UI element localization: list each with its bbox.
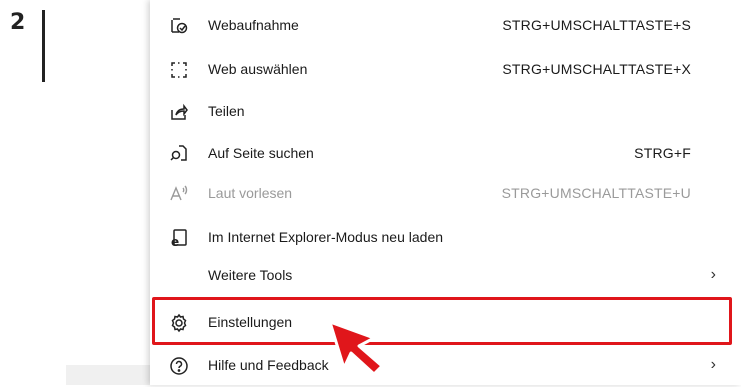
ie-mode-icon: e (168, 227, 190, 249)
menu-item-label: Laut vorlesen (208, 185, 293, 201)
help-icon (168, 355, 190, 377)
web-capture-icon (168, 15, 190, 37)
menu-item-shortcut: STRG+UMSCHALTTASTE+U (501, 185, 691, 201)
red-arrow-cursor-icon (328, 320, 384, 376)
settings-highlight-box (152, 297, 732, 345)
browser-content-edge (66, 365, 156, 385)
menu-item-label: Teilen (208, 103, 245, 119)
menu-item-shortcut: STRG+UMSCHALTTASTE+S (502, 17, 691, 33)
menu-item-label: Hilfe und Feedback (208, 357, 329, 373)
menu-item-web-capture[interactable]: Webaufnahme STRG+UMSCHALTTASTE+S (150, 3, 741, 47)
menu-item-web-select[interactable]: Web auswählen STRG+UMSCHALTTASTE+X (150, 47, 741, 91)
find-on-page-icon (168, 143, 190, 165)
page-background (0, 0, 150, 385)
menu-item-help-feedback[interactable]: Hilfe und Feedback › (150, 343, 741, 387)
menu-item-shortcut: STRG+F (634, 145, 691, 161)
read-aloud-icon (168, 183, 190, 205)
svg-text:e: e (171, 235, 179, 248)
chevron-right-icon: › (710, 266, 716, 283)
menu-item-label: Web auswählen (208, 61, 308, 77)
menu-item-find-on-page[interactable]: Auf Seite suchen STRG+F (150, 131, 741, 175)
step-divider (42, 10, 45, 82)
menu-item-more-tools[interactable]: Weitere Tools › (150, 253, 741, 297)
step-number: 2 (10, 10, 26, 35)
menu-item-share[interactable]: Teilen (150, 89, 741, 133)
menu-item-label: Im Internet Explorer-Modus neu laden (208, 229, 444, 245)
menu-item-read-aloud: Laut vorlesen STRG+UMSCHALTTASTE+U (150, 171, 741, 215)
menu-item-label: Weitere Tools (208, 267, 293, 283)
chevron-right-icon: › (710, 356, 716, 373)
share-icon (168, 101, 190, 123)
web-select-icon (168, 59, 190, 81)
menu-item-shortcut: STRG+UMSCHALTTASTE+X (502, 61, 691, 77)
menu-item-label: Webaufnahme (208, 17, 299, 33)
menu-item-label: Auf Seite suchen (208, 145, 314, 161)
